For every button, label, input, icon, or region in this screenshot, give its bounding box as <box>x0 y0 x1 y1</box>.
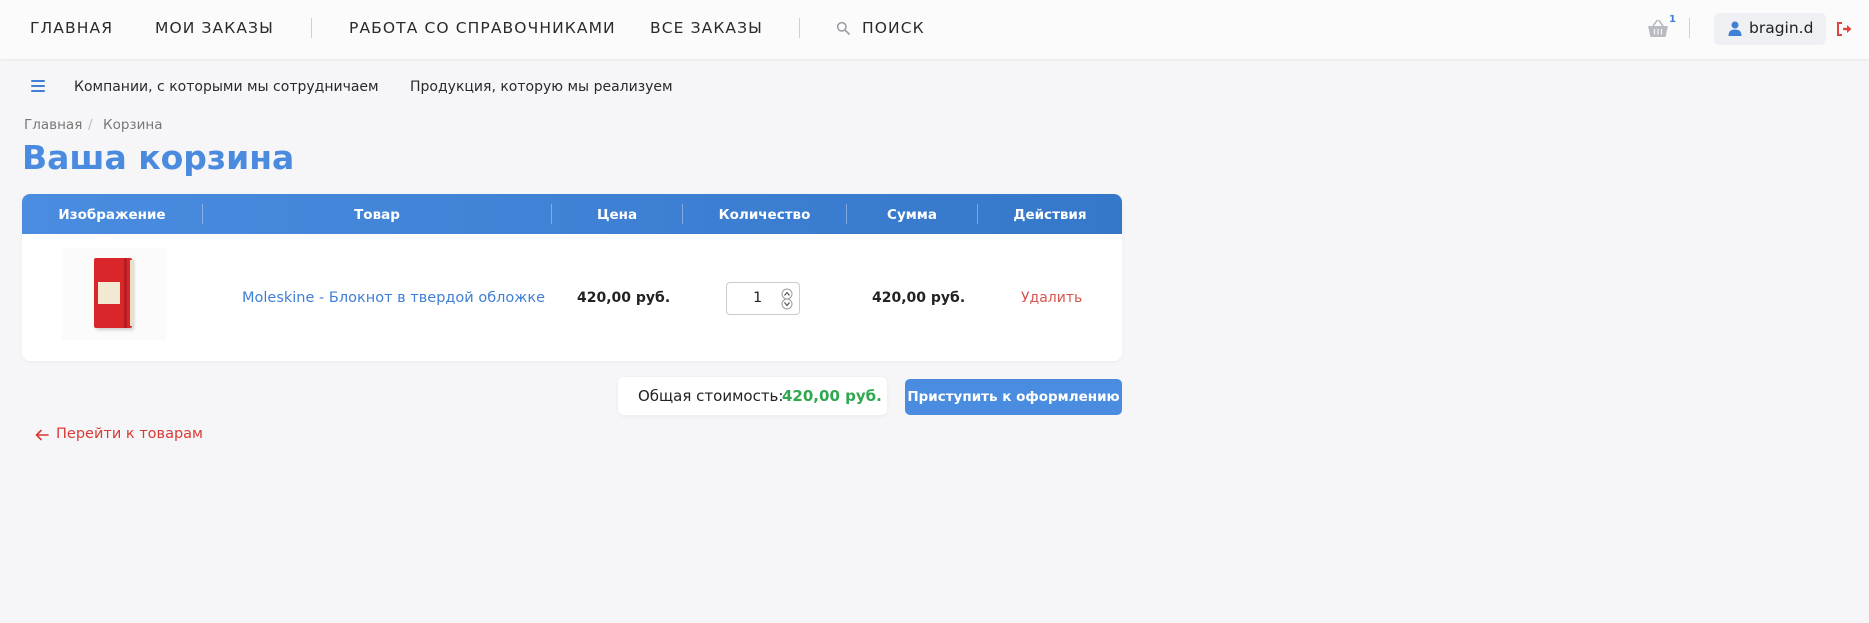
nav-divider <box>1689 18 1690 38</box>
cart-table: Изображение Товар Цена Количество Сумма … <box>22 194 1122 361</box>
stepper-arrows-icon[interactable] <box>780 288 794 310</box>
subnav-companies-link[interactable]: Компании, с которыми мы сотрудничаем <box>74 79 379 95</box>
arrow-left-icon[interactable] <box>35 429 49 441</box>
search-icon[interactable] <box>836 21 850 35</box>
logout-icon[interactable] <box>1836 22 1852 36</box>
column-header-price: Цена <box>596 207 638 223</box>
order-total-box: Общая стоимость: 420,00 руб. <box>618 377 887 415</box>
sum-cell: 420,00 руб. <box>872 290 966 306</box>
product-name-link[interactable]: Moleskine - Блокнот в твердой обложке <box>242 290 545 306</box>
page-title: Ваша корзина <box>22 138 295 177</box>
notebook-pages <box>130 260 134 326</box>
notebook-elastic-band <box>124 258 127 328</box>
price-cell: 420,00 руб. <box>577 290 671 306</box>
product-image[interactable] <box>62 248 166 340</box>
column-header-actions: Действия <box>1013 207 1087 223</box>
breadcrumb-home-link[interactable]: Главная <box>24 117 82 133</box>
quantity-stepper[interactable]: 1 <box>726 282 800 315</box>
column-header-sum: Сумма <box>887 207 937 223</box>
delete-item-link[interactable]: Удалить <box>1021 290 1082 306</box>
breadcrumb-current: Корзина <box>103 117 163 133</box>
nav-search-link[interactable]: ПОИСК <box>862 19 925 37</box>
total-value: 420,00 руб. <box>782 387 882 405</box>
quantity-value[interactable]: 1 <box>753 290 762 306</box>
nav-all-orders-link[interactable]: ВСЕ ЗАКАЗЫ <box>650 19 763 37</box>
cart-count-badge: 1 <box>1669 14 1676 25</box>
table-header-row: Изображение Товар Цена Количество Сумма … <box>22 194 1122 234</box>
back-to-products-link[interactable]: Перейти к товарам <box>56 426 203 442</box>
nav-directories-link[interactable]: РАБОТА СО СПРАВОЧНИКАМИ <box>349 19 616 37</box>
column-header-image: Изображение <box>58 207 166 223</box>
user-icon <box>1728 21 1742 36</box>
nav-home-link[interactable]: ГЛАВНАЯ <box>30 19 113 37</box>
subnav-products-link[interactable]: Продукция, которую мы реализуем <box>410 79 673 95</box>
top-navbar: ГЛАВНАЯ МОИ ЗАКАЗЫ РАБОТА СО СПРАВОЧНИКА… <box>0 0 1869 59</box>
total-label: Общая стоимость: <box>638 387 784 405</box>
column-header-product: Товар <box>354 207 400 223</box>
nav-divider <box>311 18 312 38</box>
username-label: bragin.d <box>1749 19 1814 37</box>
notebook-open-page <box>98 282 120 304</box>
breadcrumb-separator: / <box>88 117 93 133</box>
nav-my-orders-link[interactable]: МОИ ЗАКАЗЫ <box>155 19 274 37</box>
basket-icon[interactable] <box>1647 19 1669 39</box>
checkout-button[interactable]: Приступить к оформлению <box>905 379 1122 415</box>
nav-divider <box>799 18 800 38</box>
column-header-quantity: Количество <box>718 207 811 223</box>
menu-hamburger-icon[interactable] <box>31 80 45 92</box>
